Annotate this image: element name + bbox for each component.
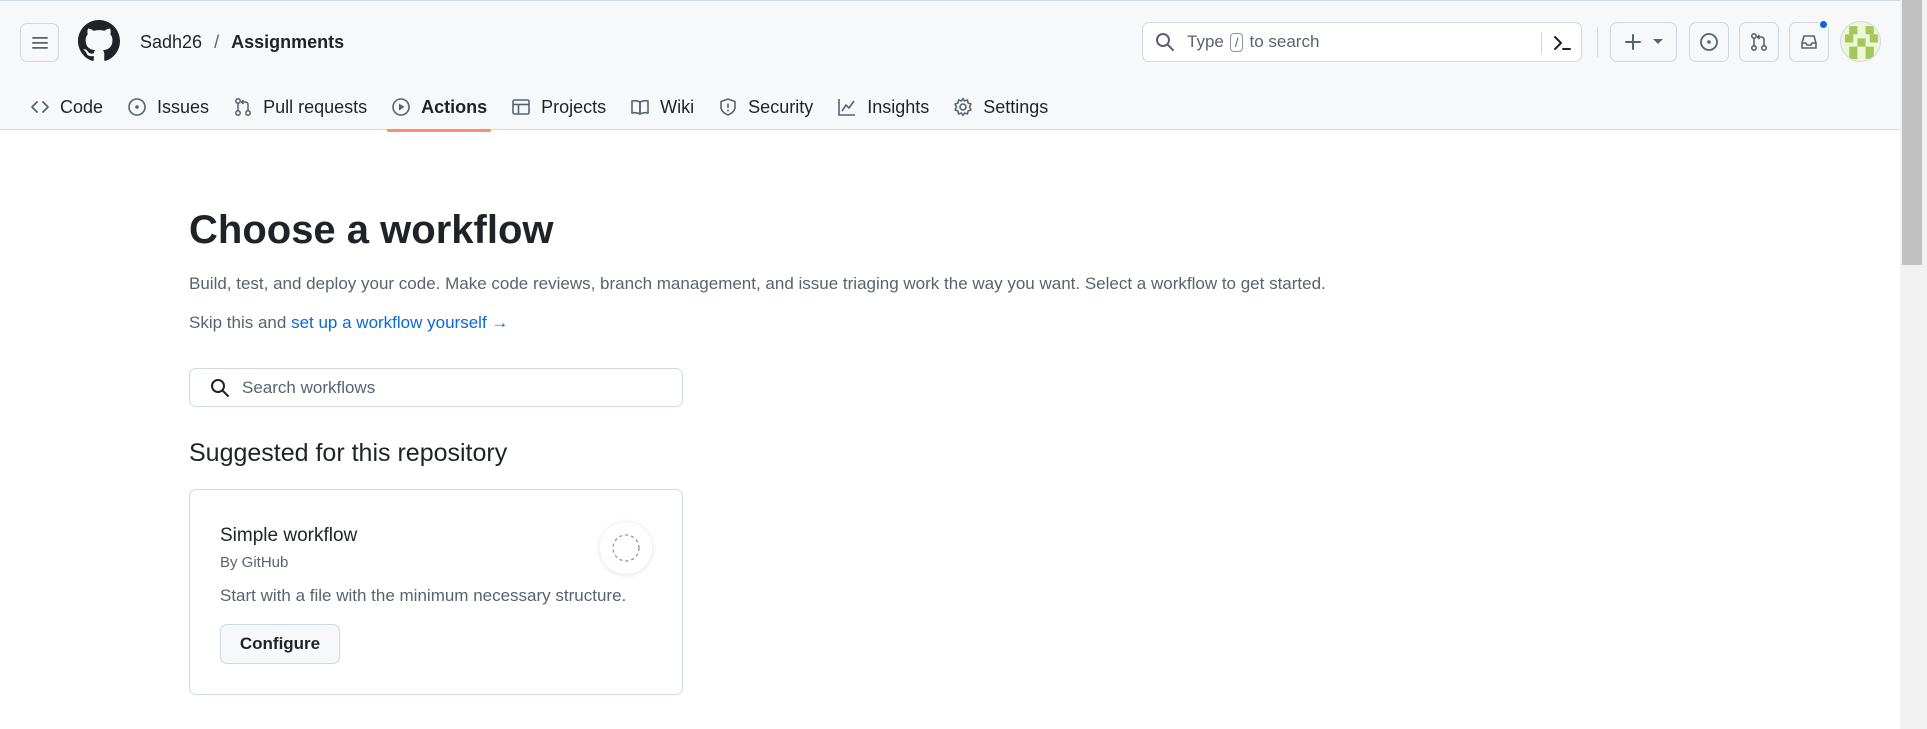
search-divider	[1541, 32, 1542, 54]
tab-actions[interactable]: Actions	[379, 83, 499, 132]
dashed-circle-icon	[612, 534, 640, 562]
setup-link-label: set up a workflow yourself	[291, 313, 487, 332]
issue-opened-icon	[128, 98, 146, 116]
your-pull-requests-button[interactable]	[1739, 22, 1779, 62]
git-pull-request-icon	[1750, 32, 1768, 52]
repo-link[interactable]: Assignments	[231, 32, 344, 53]
page-title: Choose a workflow	[189, 208, 554, 252]
tab-label: Projects	[541, 96, 607, 117]
notification-indicator	[1818, 19, 1829, 30]
hamburger-icon	[31, 36, 48, 49]
breadcrumb: Sadh26 / Assignments	[140, 32, 344, 53]
book-icon	[631, 99, 649, 115]
tab-label: Security	[748, 96, 814, 117]
scrollbar-thumb[interactable]	[1902, 0, 1922, 265]
gear-icon	[954, 97, 972, 117]
search-icon	[1156, 33, 1174, 51]
app-header: Sadh26 / Assignments Type / to search Co…	[0, 0, 1900, 132]
create-new-button[interactable]	[1610, 22, 1677, 62]
shield-icon	[720, 98, 736, 116]
page-description: Build, test, and deploy your code. Make …	[189, 274, 1326, 293]
your-issues-button[interactable]	[1689, 22, 1729, 62]
suggested-heading: Suggested for this repository	[189, 439, 508, 467]
git-pull-request-icon	[235, 98, 252, 116]
search-shortcut-key: /	[1229, 32, 1244, 52]
plus-icon	[1624, 34, 1641, 50]
tab-label: Pull requests	[263, 96, 368, 117]
workflow-description: Start with a file with the minimum neces…	[220, 586, 627, 605]
search-placeholder-suffix: to search	[1249, 32, 1320, 51]
triangle-down-icon	[1652, 39, 1663, 44]
tab-projects[interactable]: Projects	[499, 83, 618, 131]
tab-label: Settings	[983, 96, 1049, 117]
tab-insights[interactable]: Insights	[825, 83, 941, 131]
tab-pull-requests[interactable]: Pull requests	[221, 83, 379, 131]
repo-nav: Code Issues Pull requests Actions Projec…	[18, 83, 1060, 132]
breadcrumb-separator: /	[214, 32, 220, 52]
tab-issues[interactable]: Issues	[115, 83, 221, 131]
tab-label: Wiki	[660, 96, 695, 117]
setup-workflow-yourself-link[interactable]: set up a workflow yourself →	[291, 313, 508, 332]
play-icon	[392, 98, 410, 116]
workflow-name: Simple workflow	[220, 525, 358, 546]
workflow-author: By GitHub	[220, 554, 289, 571]
search-placeholder-prefix: Type	[1187, 32, 1224, 51]
global-search-input[interactable]: Type / to search	[1142, 22, 1582, 62]
menu-button[interactable]	[20, 23, 59, 62]
tab-label: Issues	[157, 96, 210, 117]
github-logo-icon[interactable]	[78, 20, 120, 62]
tab-label: Insights	[867, 96, 930, 117]
global-bar: Sadh26 / Assignments Type / to search	[0, 1, 1900, 83]
tab-wiki[interactable]: Wiki	[618, 83, 706, 131]
issue-opened-icon	[1700, 33, 1718, 51]
skip-prefix: Skip this and	[189, 313, 287, 332]
header-divider	[1597, 27, 1598, 57]
tab-code[interactable]: Code	[18, 83, 115, 131]
tab-security[interactable]: Security	[706, 83, 825, 131]
graph-icon	[838, 99, 856, 116]
owner-link[interactable]: Sadh26	[140, 32, 202, 53]
table-icon	[512, 99, 530, 115]
inbox-icon	[1801, 35, 1817, 49]
command-palette-icon[interactable]	[1551, 32, 1573, 54]
identicon-icon	[1841, 22, 1880, 61]
avatar[interactable]	[1840, 21, 1881, 62]
workflow-search-input[interactable]: Search workflows	[189, 368, 683, 407]
tab-settings[interactable]: Settings	[941, 83, 1060, 131]
code-icon	[31, 101, 49, 113]
tab-label: Actions	[421, 96, 488, 117]
arrow-right-icon: →	[491, 313, 509, 332]
workflow-card: Simple workflow By GitHub Start with a f…	[189, 489, 683, 695]
search-placeholder: Type / to search	[1187, 32, 1319, 52]
search-icon	[211, 378, 229, 397]
workflow-icon	[600, 522, 652, 574]
workflow-search-placeholder: Search workflows	[242, 377, 376, 397]
tab-label: Code	[60, 96, 104, 117]
configure-button[interactable]: Configure	[220, 624, 340, 664]
skip-line: Skip this and set up a workflow yourself…	[189, 313, 508, 333]
